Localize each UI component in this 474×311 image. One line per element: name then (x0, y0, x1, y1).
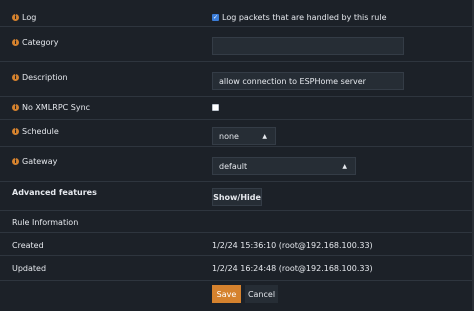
category-label-group: i Category (12, 38, 59, 47)
no-xmlrpc-value (212, 104, 219, 111)
gateway-select[interactable]: default ▲ (212, 157, 356, 175)
updated-label: Updated (12, 264, 47, 273)
caret-icon: ▲ (262, 132, 267, 140)
rule-information-label: Rule Information (12, 218, 79, 227)
category-label: Category (22, 38, 59, 47)
log-label: Log (22, 13, 37, 22)
row-schedule: i Schedule none ▲ (0, 119, 472, 147)
updated-value: 1/2/24 16:24:48 (root@192.168.100.33) (212, 264, 373, 273)
category-input[interactable] (212, 37, 404, 55)
no-xmlrpc-checkbox[interactable] (212, 104, 219, 111)
no-xmlrpc-label-group: i No XMLRPC Sync (12, 103, 90, 112)
gateway-label: Gateway (22, 157, 58, 166)
firewall-rule-form: i Log ✓ Log packets that are handled by … (0, 0, 474, 310)
gateway-value: default (219, 161, 248, 171)
info-icon[interactable]: i (12, 74, 19, 81)
row-created: Created 1/2/24 15:36:10 (root@192.168.10… (0, 232, 472, 256)
description-label: Description (22, 73, 68, 82)
created-value: 1/2/24 15:36:10 (root@192.168.100.33) (212, 241, 373, 250)
row-category: i Category (0, 26, 472, 62)
caret-icon: ▲ (342, 162, 347, 170)
gateway-label-group: i Gateway (12, 157, 57, 166)
save-button[interactable]: Save (212, 285, 241, 303)
row-actions: Save Cancel (0, 280, 472, 311)
log-checkbox[interactable]: ✓ (212, 14, 219, 21)
advanced-label: Advanced features (12, 188, 97, 197)
row-updated: Updated 1/2/24 16:24:48 (root@192.168.10… (0, 255, 472, 281)
check-icon: ✓ (212, 13, 219, 21)
log-checkbox-label[interactable]: Log packets that are handled by this rul… (222, 13, 386, 22)
row-advanced: Advanced features Show/Hide (0, 181, 472, 211)
description-label-group: i Description (12, 73, 68, 82)
row-no-xmlrpc-sync: i No XMLRPC Sync (0, 96, 472, 120)
info-icon[interactable]: i (12, 104, 19, 111)
schedule-select[interactable]: none ▲ (212, 127, 276, 145)
schedule-value: none (219, 131, 239, 141)
info-icon[interactable]: i (12, 14, 19, 21)
info-icon[interactable]: i (12, 128, 19, 135)
created-label: Created (12, 241, 44, 250)
no-xmlrpc-label: No XMLRPC Sync (22, 103, 91, 112)
log-value: ✓ Log packets that are handled by this r… (212, 13, 386, 22)
description-input[interactable]: allow connection to ESPHome server (212, 72, 404, 90)
schedule-label: Schedule (22, 127, 59, 136)
cancel-button[interactable]: Cancel (245, 285, 278, 303)
row-rule-information: Rule Information (0, 210, 472, 233)
info-icon[interactable]: i (12, 39, 19, 46)
info-icon[interactable]: i (12, 158, 19, 165)
schedule-label-group: i Schedule (12, 127, 59, 136)
row-log: i Log ✓ Log packets that are handled by … (0, 0, 472, 26)
row-description: i Description allow connection to ESPHom… (0, 61, 472, 97)
log-label-group: i Log (12, 13, 36, 22)
show-hide-button[interactable]: Show/Hide (212, 188, 262, 206)
row-gateway: i Gateway default ▲ (0, 146, 472, 182)
